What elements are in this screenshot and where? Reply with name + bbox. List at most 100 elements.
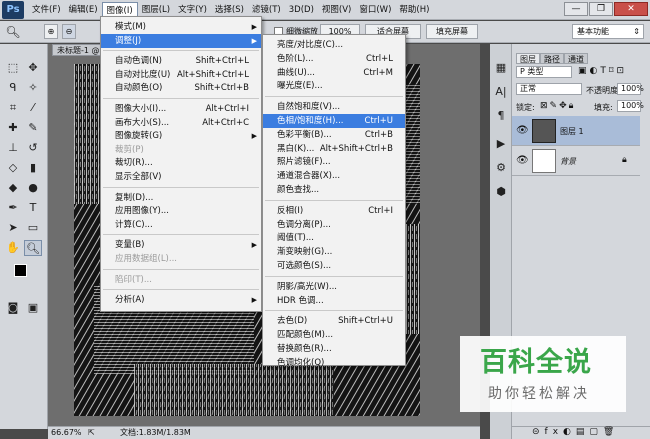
pen-tool-icon[interactable]: ✒ [4,200,22,216]
paragraph-panel-icon[interactable]: ¶ [492,108,510,124]
zoom-tool-icon[interactable]: 🔍︎ [24,240,42,256]
adjust_menu-item-15[interactable]: 可选颜色(S)... [263,259,405,273]
foreground-color-swatch[interactable] [14,264,27,277]
panel-tab-1[interactable]: 路径 [540,53,564,64]
adjust_menu-item-4[interactable]: 自然饱和度(V)... [263,100,405,114]
move-tool-icon[interactable]: ✥ [24,60,42,76]
marquee-tool-icon[interactable]: ⬚ [4,60,22,76]
gradient-tool-icon[interactable]: ▮ [24,160,42,176]
adjust_menu-item-7[interactable]: 黑白(K)... Alt+Shift+Ctrl+B [263,142,405,156]
layer-filter-icons[interactable]: ▣◐T⌑⊡ [578,66,627,76]
history-brush-icon[interactable]: ↺ [24,140,42,156]
adjust_menu-item-2[interactable]: 曲线(U)... Ctrl+M [263,66,405,80]
eyedropper-icon[interactable]: ⁄ [24,100,42,116]
image_menu-item-1[interactable]: 调整(J) ▶ [101,33,261,48]
zoom-out-icon[interactable]: ⊖ [62,24,76,39]
3d-panel-icon[interactable]: ⬢ [492,184,510,200]
brush-tool-icon[interactable]: ✎ [24,120,42,136]
minimize-button[interactable]: — [564,2,588,16]
layer-row-layer1[interactable]: 👁︎ 图层 1 [512,116,640,146]
adjust_menu-item-12[interactable]: 色调分离(P)... [263,218,405,232]
menu-7[interactable]: 3D(D) [285,2,318,18]
image_menu-item-2[interactable]: 自动色调(N) Shift+Ctrl+L [101,54,261,68]
layer-filter-select[interactable]: P 类型 [516,66,572,78]
dodge-tool-icon[interactable]: ● [24,180,42,196]
adjust_menu-item-19[interactable]: 匹配颜色(M)... [263,328,405,342]
visibility-eye-icon[interactable]: 👁︎ [516,155,529,166]
zoom-tool-icon[interactable]: 🔍︎ [4,24,22,40]
adjust_menu-item-11[interactable]: 反相(I) Ctrl+I [263,204,405,218]
eraser-icon[interactable]: ◇ [4,160,22,176]
image_menu-item-6[interactable]: 画布大小(S)... Alt+Ctrl+C [101,116,261,130]
shape-tool-icon[interactable]: ▭ [24,220,42,236]
image_menu-item-7[interactable]: 图像旋转(G) ▶ [101,129,261,143]
image_menu-item-12[interactable]: 应用图像(Y)... [101,204,261,218]
blur-tool-icon[interactable]: ◆ [4,180,22,196]
opacity-input[interactable]: 100% [617,83,644,95]
menu-9[interactable]: 窗口(W) [355,2,395,18]
adjust_menu-item-17[interactable]: HDR 色调... [263,294,405,308]
menu-item-label: 反相(I) [277,205,304,216]
adjust_menu-item-3[interactable]: 曝光度(E)... [263,79,405,93]
status-share-icon[interactable]: ⇱ [88,427,95,439]
layer-row-background[interactable]: 👁︎ 背景 🔒︎ [512,146,640,176]
image_menu-item-9[interactable]: 裁切(R)... [101,156,261,170]
adjust_menu-item-8[interactable]: 照片滤镜(F)... [263,155,405,169]
panel-tab-0[interactable]: 图层 [516,53,540,64]
image_menu-item-5[interactable]: 图像大小(I)... Alt+Ctrl+I [101,102,261,116]
menu-8[interactable]: 视图(V) [318,2,355,18]
image_menu-item-0[interactable]: 模式(M) ▶ [101,20,261,34]
adjust_menu-item-16[interactable]: 阴影/高光(W)... [263,280,405,294]
screen-mode-icon[interactable]: ▣ [24,300,42,316]
type-tool-icon[interactable]: T [24,200,42,216]
adjust_menu-item-20[interactable]: 替换颜色(R)... [263,342,405,356]
lock-icons[interactable]: ⊠✎✥🔒︎ [540,101,575,111]
adjust_menu-item-1[interactable]: 色阶(L)... Ctrl+L [263,52,405,66]
path-select-icon[interactable]: ➤ [4,220,22,236]
adjust_menu-item-10[interactable]: 颜色查找... [263,183,405,197]
close-button[interactable]: ✕ [614,2,648,16]
adjust_menu-item-21[interactable]: 色调均化(Q) [263,356,405,370]
adjust_menu-item-0[interactable]: 亮度/对比度(C)... [263,38,405,52]
zoom-in-icon[interactable]: ⊕ [44,24,58,39]
adjust_menu-item-9[interactable]: 通道混合器(X)... [263,169,405,183]
quick-mask-icon[interactable]: ◙ [4,300,22,316]
lasso-tool-icon[interactable]: ᑫ [4,80,22,96]
image_menu-item-10[interactable]: 显示全部(V) [101,170,261,184]
image_menu-item-4[interactable]: 自动颜色(O) Shift+Ctrl+B [101,81,261,95]
actions-play-icon[interactable]: ▶ [492,136,510,152]
image_menu-item-3[interactable]: 自动对比度(U) Alt+Shift+Ctrl+L [101,68,261,82]
character-panel-icon[interactable]: A| [492,84,510,100]
adjust_menu-item-5[interactable]: 色相/饱和度(H)... Ctrl+U [263,114,405,128]
magic-wand-icon[interactable]: ✧ [24,80,42,96]
image_menu-item-17[interactable]: 分析(A) ▶ [101,293,261,307]
workspace-select[interactable]: 基本功能 ⇕ [572,24,644,39]
adjust_menu-item-14[interactable]: 渐变映射(G)... [263,245,405,259]
restore-button[interactable]: ❐ [589,2,613,16]
healing-brush-icon[interactable]: ✚ [4,120,22,136]
menu-1[interactable]: 编辑(E) [65,2,102,18]
crop-tool-icon[interactable]: ⌗ [4,100,22,116]
menu-0[interactable]: 文件(F) [28,2,65,18]
submenu-arrow-icon: ▶ [251,132,257,141]
swatches-panel-icon[interactable]: ⚙ [492,160,510,176]
menu-item-shortcut: Alt+Shift+Ctrl+B [319,143,393,154]
image_menu-item-14[interactable]: 变量(B) ▶ [101,238,261,252]
adjust_menu-item-18[interactable]: 去色(D) Shift+Ctrl+U [263,314,405,328]
image_menu-item-13[interactable]: 计算(C)... [101,218,261,232]
adjust_menu-item-6[interactable]: 色彩平衡(B)... Ctrl+B [263,128,405,142]
visibility-eye-icon[interactable]: 👁︎ [516,125,529,136]
fill-input[interactable]: 100% [617,100,644,112]
hand-tool-icon[interactable]: ✋ [4,240,22,256]
menu-10[interactable]: 帮助(H) [395,2,433,18]
blend-mode-select[interactable]: 正常 [516,83,582,95]
zoom-level[interactable]: 66.67% [51,427,82,439]
adjust_menu-item-13[interactable]: 阈值(T)... [263,231,405,245]
layers-footer-icons[interactable]: ⊝fx◐▤▢🗑︎ [512,426,650,439]
fill-screen-button[interactable]: 填充屏幕 [426,24,478,39]
image_menu-item-11[interactable]: 复制(D)... [101,191,261,205]
history-panel-icon[interactable]: ▦ [492,60,510,76]
menu-item-shortcut: Ctrl+M [363,67,393,78]
panel-tab-2[interactable]: 通道 [564,53,588,64]
clone-stamp-icon[interactable]: ⊥ [4,140,22,156]
